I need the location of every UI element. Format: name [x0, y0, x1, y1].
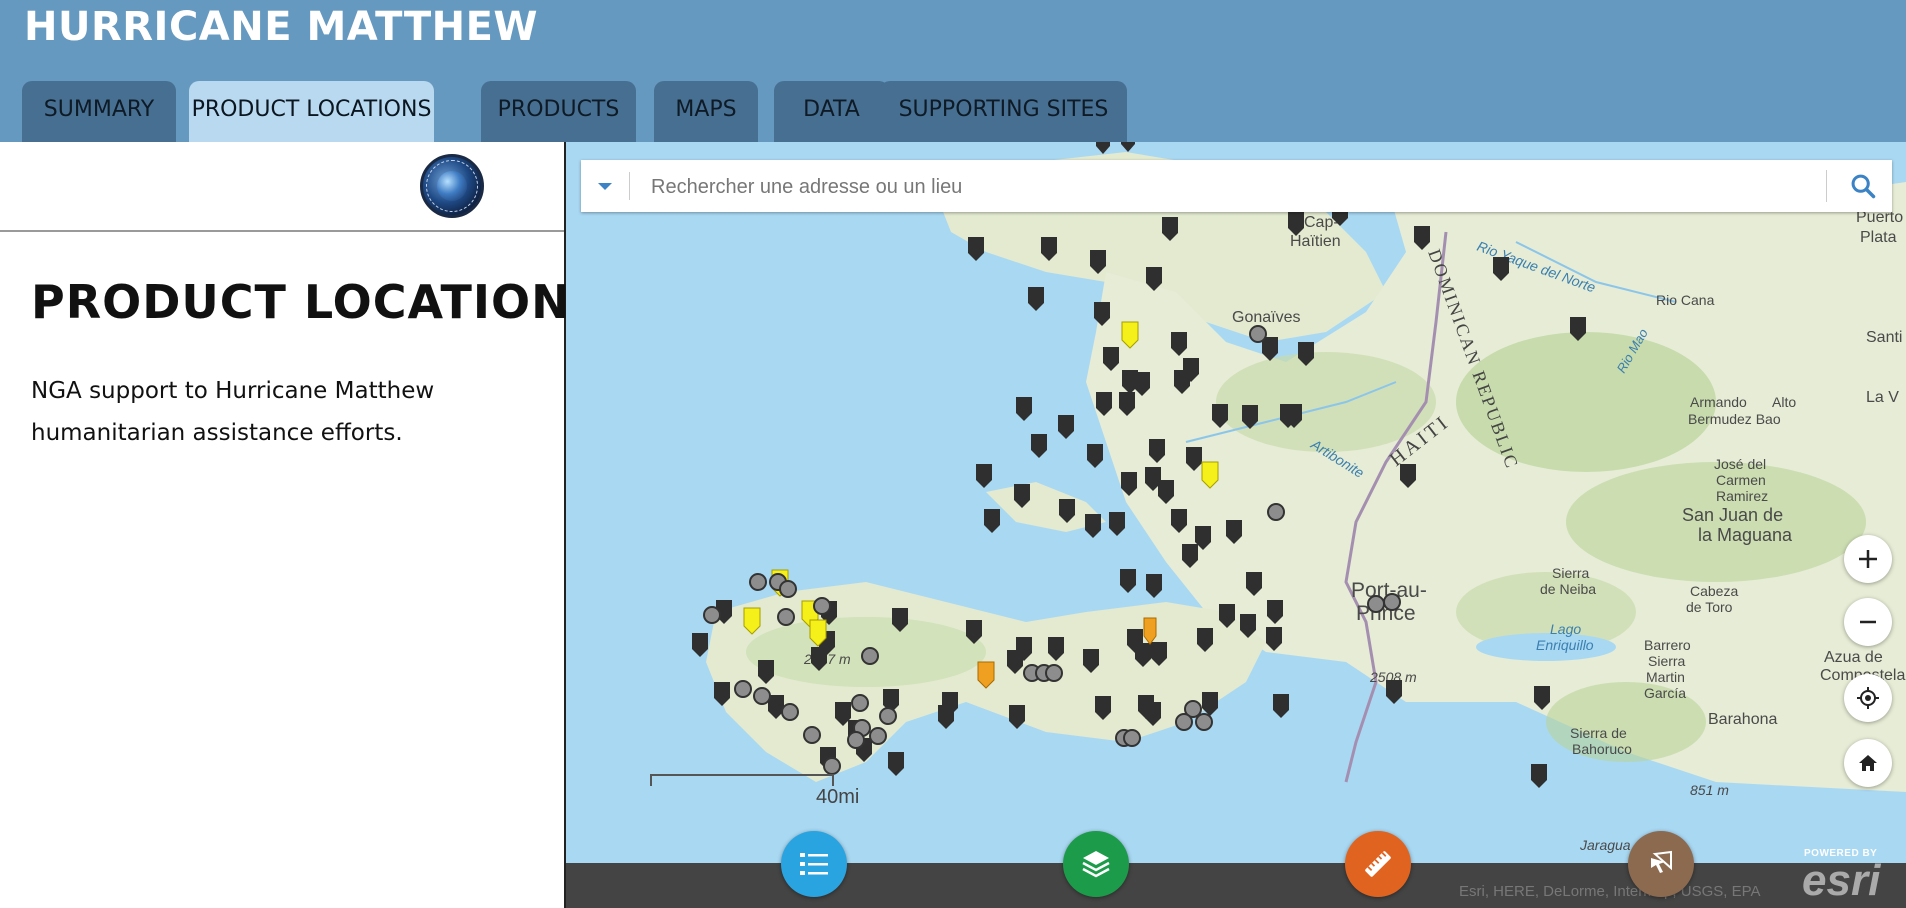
search-button[interactable] [1833, 160, 1891, 212]
map-label: Jaragua [1579, 837, 1631, 853]
legend-button[interactable] [781, 831, 847, 897]
app-header: HURRICANE MATTHEW SUMMARY PRODUCT LOCATI… [0, 0, 1906, 142]
map-label: de Toro [1686, 599, 1733, 615]
map-label: Rio Cana [1656, 292, 1715, 308]
map-label: Bahoruco [1572, 741, 1632, 757]
tab-summary[interactable]: SUMMARY [22, 81, 176, 142]
side-panel [0, 142, 566, 908]
logo-bar [0, 142, 564, 232]
map-label: Lago [1550, 621, 1581, 637]
map-label: Enriquillo [1536, 637, 1594, 653]
search-bar [581, 160, 1892, 212]
map-label: Alto [1772, 394, 1796, 410]
panel-description: NGA support to Hurricane Matthew humanit… [31, 378, 435, 446]
globe-icon [437, 171, 467, 201]
crosshair-icon [1857, 687, 1879, 709]
tab-supporting-sites[interactable]: SUPPORTING SITES [880, 81, 1127, 142]
tab-maps[interactable]: MAPS [654, 81, 758, 142]
map-label: Bermudez Bao [1688, 411, 1781, 427]
map-label: Haïtien [1290, 233, 1341, 250]
map-label: de Neiba [1540, 581, 1596, 597]
tab-product-locations[interactable]: PRODUCT LOCATIONS [189, 81, 434, 142]
panel-title: PRODUCT LOCATIONS [31, 275, 605, 329]
caret-down-icon [598, 183, 612, 190]
home-button[interactable] [1844, 739, 1892, 787]
layers-icon [1082, 851, 1110, 878]
esri-logo: esri [1802, 856, 1881, 905]
map-label: Barrero [1644, 637, 1691, 653]
layers-button[interactable] [1063, 831, 1129, 897]
map-label: Sierra de [1570, 725, 1627, 741]
map-label: Santi [1866, 329, 1902, 346]
divider [629, 172, 630, 200]
search-source-dropdown[interactable] [581, 160, 629, 212]
map-label: 851 m [1690, 782, 1729, 798]
measure-button[interactable] [1345, 831, 1411, 897]
map-label: Barahona [1708, 711, 1777, 728]
list-icon [800, 853, 828, 875]
map-label: Cabeza [1690, 583, 1738, 599]
nga-seal-logo [420, 154, 484, 218]
search-input[interactable] [637, 166, 1823, 208]
tab-data[interactable]: DATA [774, 81, 889, 142]
map-label: Sierra [1552, 565, 1590, 581]
map-label: Sierra [1648, 653, 1686, 669]
map-label: la Maguana [1698, 525, 1793, 545]
zoom-out-button[interactable] [1844, 598, 1892, 646]
map-view[interactable]: Cap- Haïtien Gonaïves Port-au- Prince HA… [566, 142, 1906, 908]
map-attribution: Esri, HERE, DeLorme, Intermap, USGS, EPA [1459, 883, 1761, 900]
minus-icon [1860, 620, 1876, 624]
map-label: San Juan de [1682, 505, 1783, 525]
map-label: García [1644, 685, 1686, 701]
search-icon [1851, 174, 1876, 199]
map-label: José del [1714, 456, 1766, 472]
locate-button[interactable] [1844, 674, 1892, 722]
plus-icon [1859, 550, 1877, 568]
home-icon [1859, 755, 1877, 771]
ruler-icon [1365, 851, 1391, 877]
map-label: Azua de [1824, 649, 1883, 666]
cursor-select-icon [1651, 850, 1672, 873]
map-label: La V [1866, 389, 1899, 406]
map-label: Armando [1690, 394, 1747, 410]
scale-label: 40mi [816, 786, 860, 808]
share-button[interactable] [1628, 831, 1694, 897]
map-label: Carmen [1716, 472, 1766, 488]
map-label: Plata [1860, 229, 1897, 246]
map-label: Martin [1646, 669, 1685, 685]
basemap: Cap- Haïtien Gonaïves Port-au- Prince HA… [692, 142, 1906, 853]
app-title: HURRICANE MATTHEW [24, 4, 539, 50]
tab-products[interactable]: PRODUCTS [481, 81, 636, 142]
map-label: Gonaïves [1232, 309, 1300, 326]
map-label: Ramirez [1716, 488, 1768, 504]
scale-bar [650, 774, 834, 786]
zoom-in-button[interactable] [1844, 535, 1892, 583]
divider [1826, 170, 1827, 202]
